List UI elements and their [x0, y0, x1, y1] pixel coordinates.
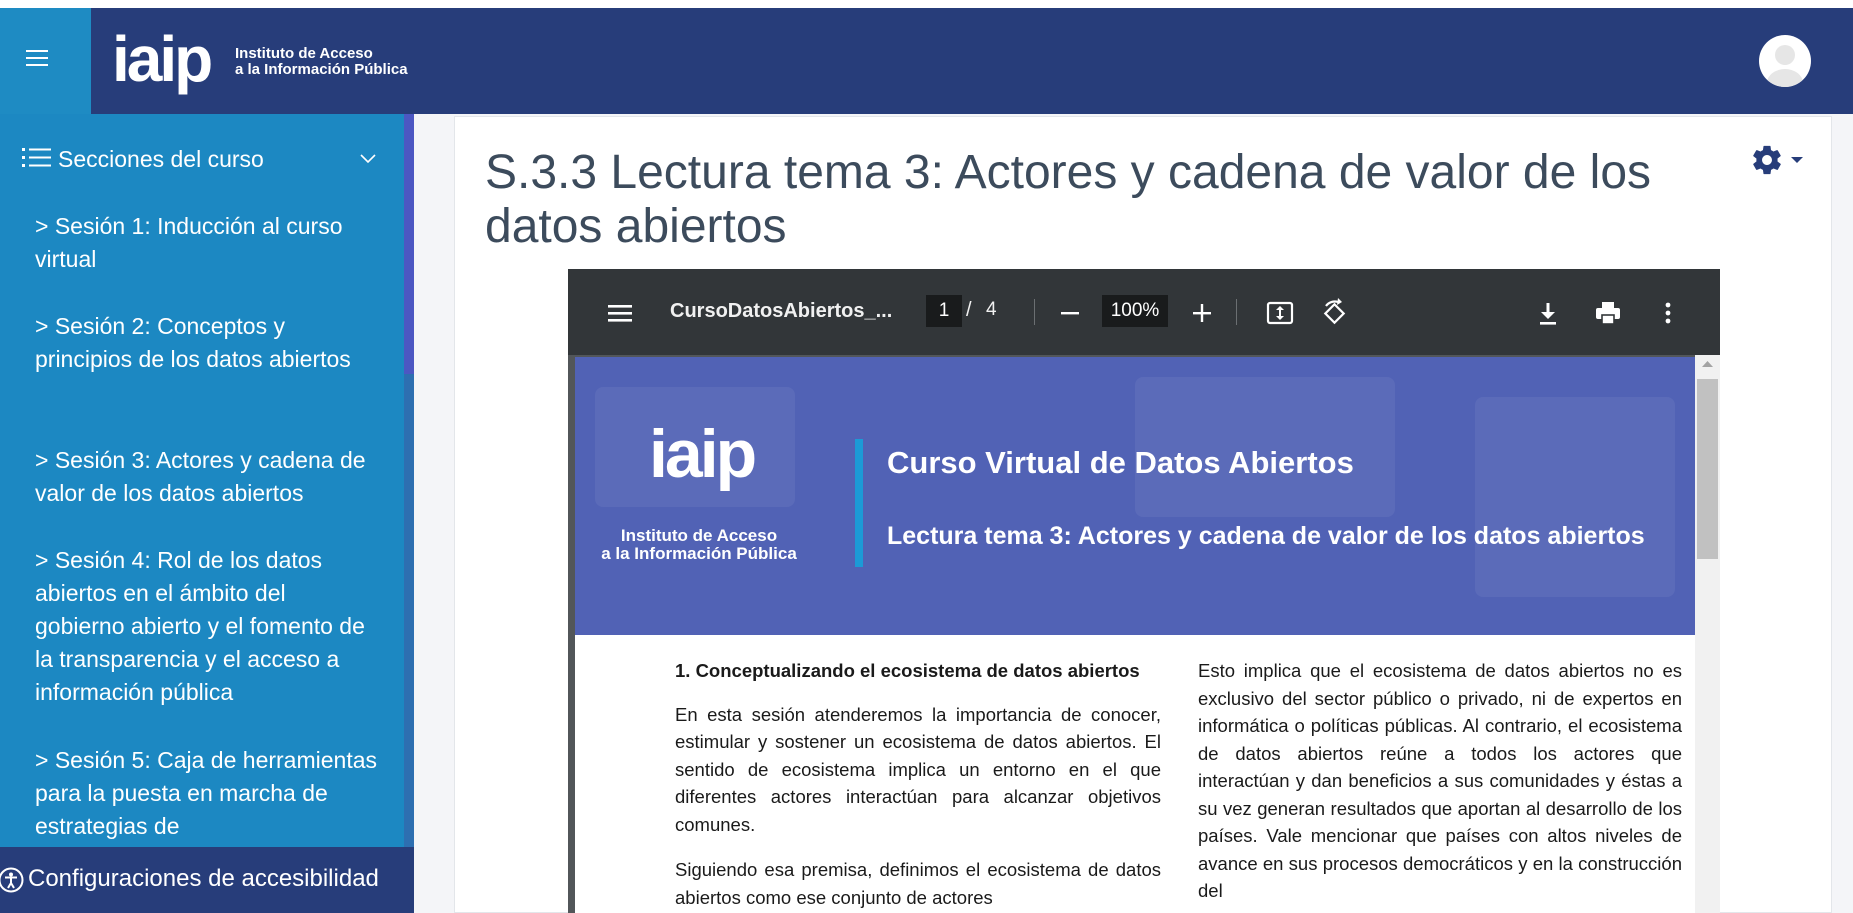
sidebar-item-session-3[interactable]: > Sesión 3: Actores y cadena de valor de… — [35, 444, 380, 510]
more-vert-icon[interactable] — [1652, 297, 1684, 329]
page-number-input[interactable]: 1 — [926, 295, 962, 327]
pdf-column-left: 1. Conceptualizando el ecosistema de dat… — [675, 657, 1161, 913]
sidebar-item-session-2[interactable]: > Sesión 2: Conceptos y principios de lo… — [35, 310, 380, 376]
sidebar-item-session-1[interactable]: > Sesión 1: Inducción al curso virtual — [35, 210, 380, 276]
course-sections-toggle[interactable]: Secciones del curso — [0, 140, 395, 180]
pdf-banner: iaip Instituto de Acceso a la Informació… — [575, 357, 1695, 635]
accessibility-icon — [0, 867, 24, 893]
pdf-scrollbar-thumb[interactable] — [1697, 379, 1718, 559]
pdf-section-heading: 1. Conceptualizando el ecosistema de dat… — [675, 660, 1140, 681]
toolbar-divider — [1236, 299, 1237, 325]
gear-icon — [1753, 145, 1781, 175]
banner-subtitle: Lectura tema 3: Actores y cadena de valo… — [887, 522, 1645, 550]
pdf-menu-icon[interactable] — [604, 297, 636, 329]
zoom-in-icon[interactable] — [1186, 297, 1218, 329]
zoom-level-input[interactable]: 100% — [1102, 295, 1168, 327]
list-icon — [22, 148, 51, 167]
sidebar-item-session-5[interactable]: > Sesión 5: Caja de herramientas para la… — [35, 744, 380, 843]
top-strip — [0, 0, 1853, 8]
user-avatar-icon — [1767, 45, 1803, 87]
sections-label: Secciones del curso — [58, 146, 264, 172]
fit-page-icon[interactable] — [1264, 297, 1296, 329]
pdf-toolbar: CursoDatosAbiertos_... 1 / 4 100% — [568, 269, 1720, 355]
logo-text: Instituto de Acceso a la Información Púb… — [235, 45, 408, 78]
pdf-paragraph: En esta sesión atenderemos la importanci… — [675, 703, 1161, 835]
pdf-viewer: CursoDatosAbiertos_... 1 / 4 100% iaip I… — [568, 269, 1720, 913]
page-separator: / — [966, 299, 972, 321]
chevron-down-icon — [360, 154, 376, 164]
toolbar-divider — [1034, 299, 1035, 325]
banner-title: Curso Virtual de Datos Abiertos — [887, 445, 1354, 480]
logo-wordmark: iaip — [112, 23, 213, 95]
banner-decoration — [1475, 397, 1675, 597]
banner-logo-wordmark: iaip — [649, 416, 757, 492]
user-avatar[interactable] — [1759, 35, 1811, 87]
page-title: S.3.3 Lectura tema 3: Actores y cadena d… — [485, 146, 1652, 253]
pdf-page: iaip Instituto de Acceso a la Informació… — [575, 357, 1695, 913]
banner-logo-text: Instituto de Acceso a la Información Púb… — [601, 526, 797, 563]
sidebar-item-session-4[interactable]: > Sesión 4: Rol de los datos abiertos en… — [35, 544, 380, 709]
print-icon[interactable] — [1592, 297, 1624, 329]
site-logo[interactable]: iaip Instituto de Acceso a la Informació… — [112, 18, 432, 104]
pdf-column-right: Esto implica que el ecosistema de datos … — [1198, 657, 1682, 913]
download-icon[interactable] — [1532, 297, 1564, 329]
sidebar-scrollbar-thumb[interactable] — [404, 114, 414, 374]
accessibility-settings-button[interactable]: Configuraciones de accesibilidad — [0, 847, 414, 913]
pdf-filename: CursoDatosAbiertos_... — [670, 300, 893, 322]
navbar: iaip Instituto de Acceso a la Informació… — [0, 8, 1853, 114]
pdf-paragraph: Esto implica que el ecosistema de datos … — [1198, 660, 1682, 901]
accessibility-label: Configuraciones de accesibilidad — [28, 865, 379, 892]
menu-toggle-button[interactable] — [0, 8, 91, 114]
scroll-up-arrow-icon[interactable] — [1695, 355, 1720, 373]
pdf-paragraph: Siguiendo esa premisa, definimos el ecos… — [675, 859, 1161, 908]
settings-menu-button[interactable] — [1750, 143, 1808, 177]
rotate-icon[interactable] — [1318, 297, 1350, 329]
page-total: 4 — [986, 299, 997, 320]
course-sidebar: Secciones del curso > Sesión 1: Inducció… — [0, 114, 414, 913]
zoom-out-icon[interactable] — [1054, 297, 1086, 329]
banner-divider — [855, 439, 863, 567]
caret-down-icon — [1791, 157, 1803, 163]
